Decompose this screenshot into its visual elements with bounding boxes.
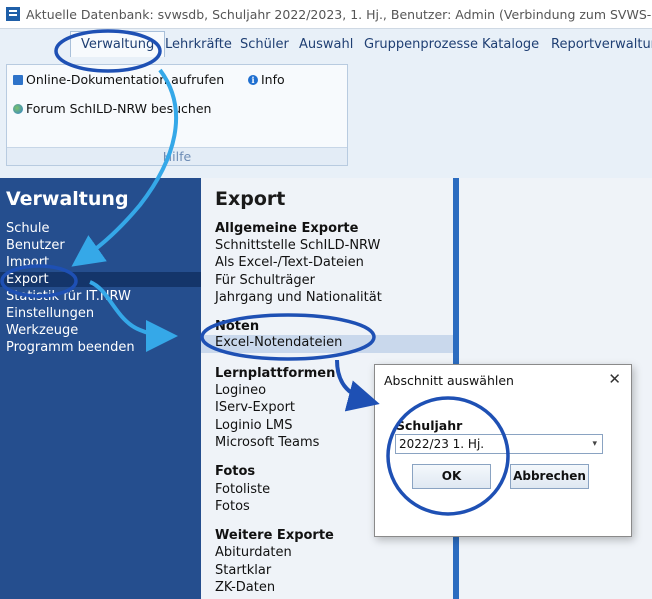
list-item[interactable]: Startklar xyxy=(215,563,271,578)
list-item[interactable]: Loginio LMS xyxy=(215,418,292,433)
nav-title: Verwaltung xyxy=(6,188,129,210)
online-doc-button[interactable]: Online-Dokumentation aufrufen xyxy=(13,72,224,87)
tab-lehrkraefte[interactable]: Lehrkräfte xyxy=(165,37,232,52)
list-item[interactable]: Microsoft Teams xyxy=(215,435,319,450)
chevron-down-icon[interactable]: ▾ xyxy=(592,435,597,453)
forum-label: Forum SchILD-NRW besuchen xyxy=(26,101,212,116)
list-item[interactable]: Logineo xyxy=(215,383,266,398)
tab-schueler[interactable]: Schüler xyxy=(240,37,289,52)
list-item[interactable]: Fotoliste xyxy=(215,482,270,497)
list-item[interactable]: Als Excel-/Text-Dateien xyxy=(215,255,364,270)
tab-auswahl[interactable]: Auswahl xyxy=(299,37,353,52)
nav-item-benutzer[interactable]: Benutzer xyxy=(6,238,65,253)
tab-gruppenprozesse[interactable]: Gruppenprozesse xyxy=(364,37,478,52)
list-item[interactable]: Schnittstelle SchILD-NRW xyxy=(215,238,380,253)
online-doc-label: Online-Dokumentation aufrufen xyxy=(26,72,225,87)
nav-item-werkzeuge[interactable]: Werkzeuge xyxy=(6,323,78,338)
nav-item-import[interactable]: Import xyxy=(6,255,49,270)
cancel-button[interactable]: Abbrechen xyxy=(510,464,589,489)
list-item-excel-notendateien[interactable]: Excel-Notendateien xyxy=(201,335,453,353)
window-title: Aktuelle Datenbank: svwsdb, Schuljahr 20… xyxy=(26,6,652,22)
list-item[interactable]: Jahrgang und Nationalität xyxy=(215,290,382,305)
list-item[interactable]: Für Schulträger xyxy=(215,273,315,288)
info-button[interactable]: i Info xyxy=(248,72,285,87)
ribbon-group-hilfe: Online-Dokumentation aufrufen i Info For… xyxy=(6,64,348,166)
globe-icon xyxy=(13,103,23,114)
dialog-abschnitt-auswaehlen: Abschnitt auswählen ✕ Schuljahr 2022/23 … xyxy=(374,364,632,537)
tab-verwaltung[interactable]: Verwaltung xyxy=(70,31,166,57)
section-heading: Weitere Exporte xyxy=(215,528,334,543)
close-icon[interactable]: ✕ xyxy=(608,370,621,388)
ribbon-group-label: Hilfe xyxy=(7,147,347,165)
monitor-icon xyxy=(13,74,23,85)
info-label: Info xyxy=(261,72,285,87)
nav-item-export[interactable]: Export xyxy=(0,272,201,287)
left-nav: Verwaltung Schule Benutzer Import Export… xyxy=(0,178,201,599)
schuljahr-value: 2022/23 1. Hj. xyxy=(399,437,485,451)
section-heading: Lernplattformen xyxy=(215,366,336,381)
app-icon xyxy=(6,7,20,21)
list-item[interactable]: Fotos xyxy=(215,499,250,514)
tab-kataloge[interactable]: Kataloge xyxy=(482,37,539,52)
panel-title: Export xyxy=(215,188,286,210)
nav-item-schule[interactable]: Schule xyxy=(6,221,50,236)
list-item[interactable]: ZK-Daten xyxy=(215,580,275,595)
list-item[interactable]: Abiturdaten xyxy=(215,545,292,560)
nav-item-einstellungen[interactable]: Einstellungen xyxy=(6,306,94,321)
forum-button[interactable]: Forum SchILD-NRW besuchen xyxy=(13,101,211,116)
info-icon: i xyxy=(248,74,258,85)
section-heading: Allgemeine Exporte xyxy=(215,221,359,236)
section-heading: Fotos xyxy=(215,464,256,479)
ribbon: Verwaltung Lehrkräfte Schüler Auswahl Gr… xyxy=(0,28,652,178)
nav-item-statistik[interactable]: Statistik für IT.NRW xyxy=(6,289,131,304)
schuljahr-label: Schuljahr xyxy=(396,418,463,433)
schuljahr-select[interactable]: 2022/23 1. Hj. ▾ xyxy=(395,434,603,454)
dialog-title: Abschnitt auswählen xyxy=(384,373,514,388)
nav-item-programm-beenden[interactable]: Programm beenden xyxy=(6,340,135,355)
ok-button[interactable]: OK xyxy=(412,464,491,489)
section-heading: Noten xyxy=(215,319,260,334)
tab-reportverwaltung[interactable]: Reportverwaltung xyxy=(551,37,652,52)
list-item[interactable]: IServ-Export xyxy=(215,400,295,415)
window-titlebar: Aktuelle Datenbank: svwsdb, Schuljahr 20… xyxy=(0,0,652,28)
